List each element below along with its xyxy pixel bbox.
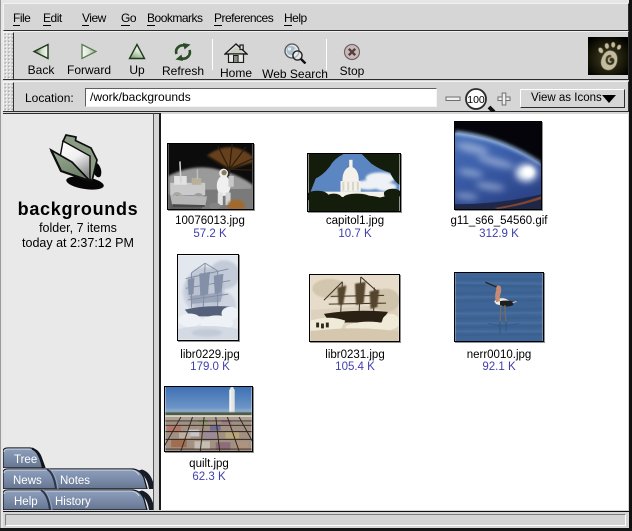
svg-text:100: 100 [467, 94, 485, 106]
svg-text:Notes: Notes [60, 475, 90, 487]
svg-text:History: History [55, 496, 91, 508]
svg-text:Help: Help [14, 496, 38, 508]
svg-text:News: News [13, 475, 42, 487]
svg-text:Tree: Tree [14, 454, 37, 466]
